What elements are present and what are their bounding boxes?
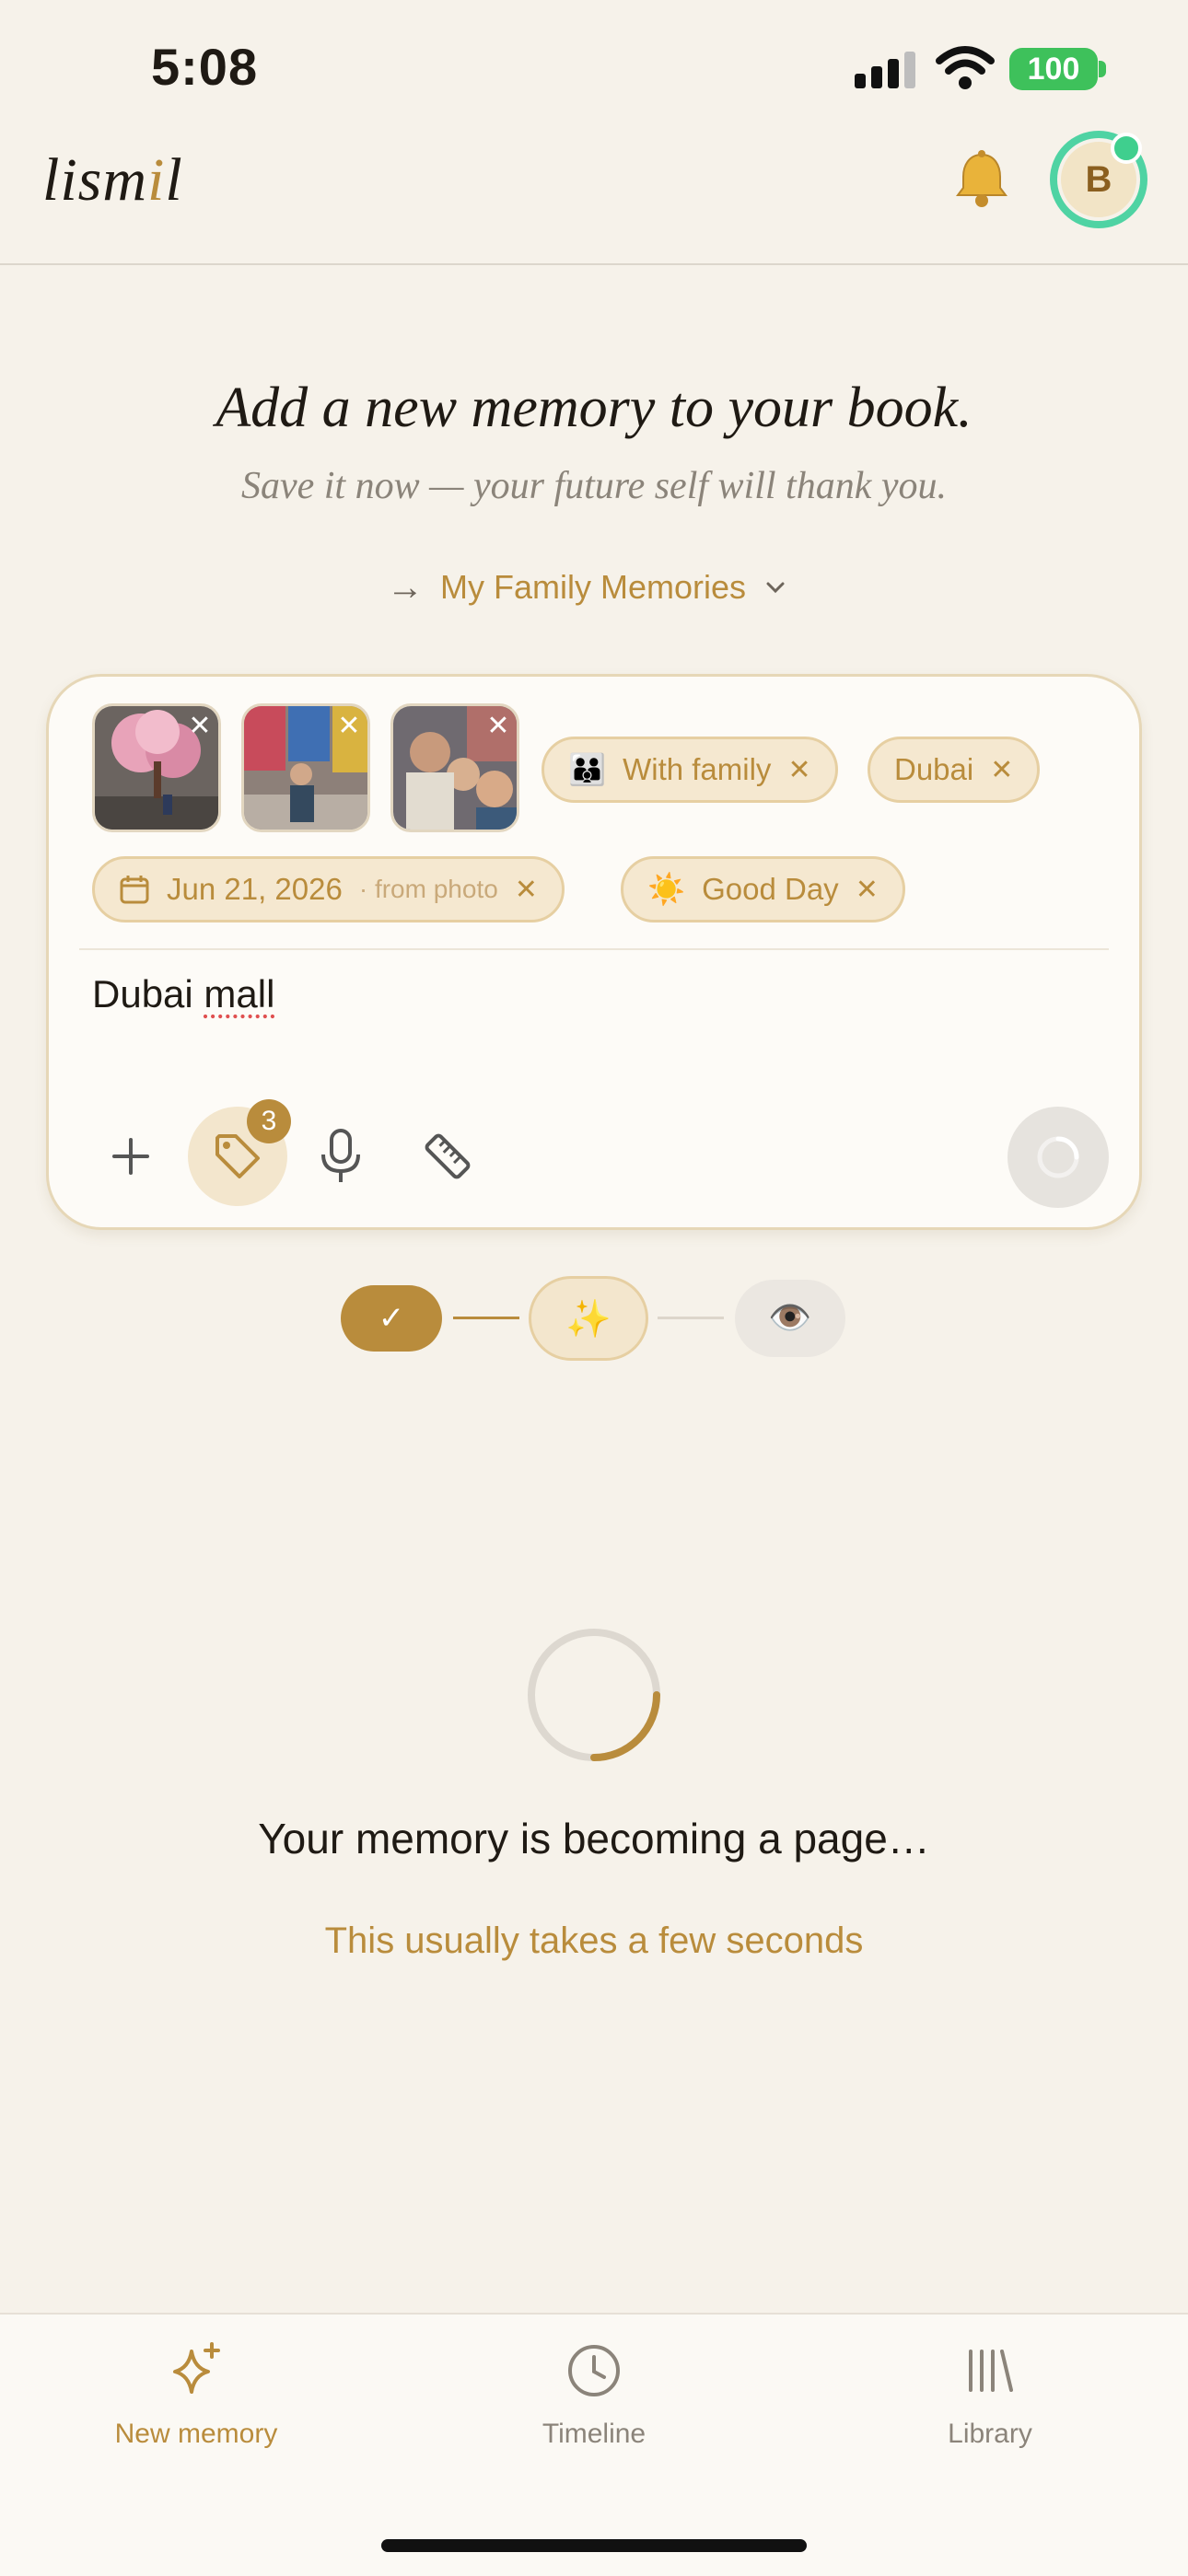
family-icon: 👪: [568, 751, 607, 786]
memory-text-input[interactable]: Dubai mall: [92, 972, 274, 1016]
remove-chip-icon[interactable]: ✕: [787, 754, 810, 786]
bell-icon[interactable]: [949, 147, 1015, 214]
chip-location[interactable]: Dubai ✕: [868, 737, 1041, 803]
date-source: · from photo: [358, 875, 498, 903]
chip-mood[interactable]: ☀️ Good Day ✕: [621, 856, 905, 922]
nav-timeline[interactable]: Timeline: [442, 2338, 746, 2450]
remove-chip-icon[interactable]: ✕: [990, 754, 1013, 786]
remove-photo-3-icon[interactable]: ✕: [483, 711, 514, 742]
ruler-icon: [425, 1133, 471, 1179]
remove-chip-icon[interactable]: ✕: [856, 874, 879, 906]
loading-spinner-icon: [1037, 1136, 1079, 1178]
chip-label: With family: [623, 752, 772, 786]
sun-icon: ☀️: [647, 871, 686, 906]
status-dot: [1111, 133, 1142, 164]
nav-label: New memory: [114, 2419, 278, 2449]
chip-label: Dubai: [894, 752, 974, 786]
home-indicator[interactable]: [381, 2539, 807, 2552]
add-button[interactable]: [81, 1107, 181, 1206]
tag-count-badge: 3: [247, 1099, 291, 1143]
loading-subtitle: This usually takes a few seconds: [324, 1920, 864, 1961]
step-preview: 👁️: [735, 1280, 845, 1357]
chevron-down-icon: [766, 582, 785, 594]
calendar-icon: [120, 876, 149, 904]
card-divider: [79, 948, 1109, 950]
measure-button[interactable]: [398, 1107, 497, 1206]
battery-indicator: 100: [1009, 48, 1098, 90]
page-subtitle: Save it now — your future self will than…: [240, 465, 948, 507]
chip-label: Good Day: [702, 872, 839, 906]
status-time: 5:08: [151, 38, 259, 96]
book-selector[interactable]: → My Family Memories: [387, 563, 801, 611]
microphone-icon: [321, 1129, 360, 1182]
battery-tip: [1099, 61, 1106, 77]
app-logo[interactable]: lismil: [42, 145, 183, 215]
nav-label: Timeline: [542, 2419, 646, 2449]
book-name: My Family Memories: [440, 568, 747, 606]
step-done: ✓: [341, 1285, 442, 1352]
remove-photo-2-icon[interactable]: ✕: [333, 711, 365, 742]
step-magic: ✨: [529, 1276, 648, 1361]
cellular-signal-icon: [855, 52, 915, 88]
arrow-right-icon: →: [387, 566, 424, 608]
books-icon: [969, 2350, 1013, 2392]
nav-library[interactable]: Library: [838, 2338, 1142, 2450]
step-connector-1: [453, 1317, 519, 1319]
header-divider: [0, 263, 1188, 265]
remove-chip-icon[interactable]: ✕: [515, 874, 538, 906]
nav-new-memory[interactable]: New memory: [44, 2338, 348, 2450]
page-title: Add a new memory to your book.: [215, 377, 973, 439]
submit-button[interactable]: [1007, 1107, 1109, 1208]
loading-spinner-icon: [528, 1629, 660, 1761]
step-connector-2: [658, 1317, 724, 1319]
plus-icon: [112, 1138, 149, 1175]
chip-date[interactable]: Jun 21, 2026 · from photo ✕: [92, 856, 565, 922]
chip-label: Jun 21, 2026: [167, 872, 343, 906]
sparkle-icon: [173, 2342, 220, 2394]
nav-label: Library: [948, 2419, 1032, 2449]
microphone-button[interactable]: [291, 1107, 390, 1206]
clock-icon: [568, 2345, 620, 2396]
chip-with-family[interactable]: 👪 With family ✕: [542, 737, 838, 803]
loading-title: Your memory is becoming a page…: [258, 1815, 930, 1862]
remove-photo-1-icon[interactable]: ✕: [184, 711, 215, 742]
wifi-icon: [936, 46, 995, 89]
